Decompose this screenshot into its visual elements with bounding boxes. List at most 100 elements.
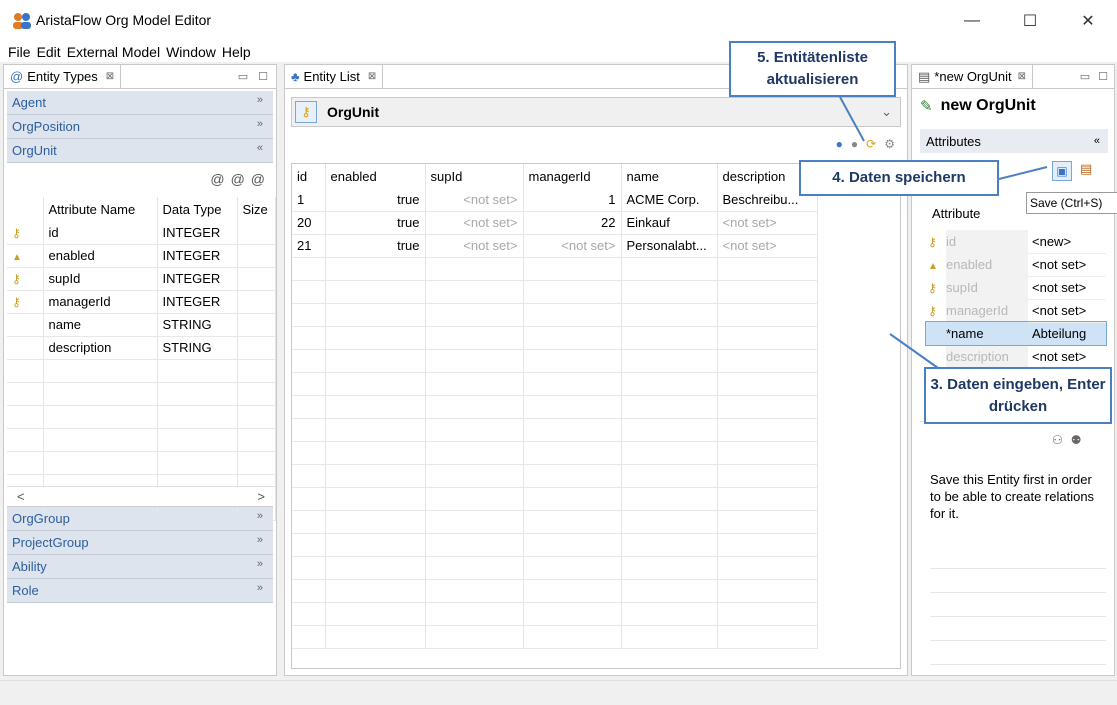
tab-entity-types[interactable]: @ Entity Types ⊠ xyxy=(4,65,122,88)
key-icon: ⚷ xyxy=(12,295,21,309)
editor-attribute-name: description xyxy=(946,345,1028,368)
collapse-icon[interactable]: « xyxy=(1094,135,1100,147)
attributes-section-header[interactable]: Attributes « xyxy=(920,129,1108,153)
editor-attribute-value[interactable]: Abteilung xyxy=(1028,322,1106,346)
col-supid[interactable]: supId xyxy=(425,164,524,188)
view-maximize-icon[interactable]: ☐ xyxy=(258,70,268,83)
attribute-row[interactable]: ⚷ supId INTEGER xyxy=(7,267,276,291)
tab-entity-types-label: Entity Types xyxy=(27,69,98,84)
menu-edit[interactable]: Edit xyxy=(37,44,67,60)
cell-supid: <not set> xyxy=(425,188,524,212)
minimize-button[interactable]: — xyxy=(949,6,995,36)
tab-close-icon[interactable]: ⊠ xyxy=(106,71,114,82)
editor-attribute-value[interactable]: <not set> xyxy=(1028,253,1106,277)
add-relation-icon[interactable]: ⚇ xyxy=(1052,433,1063,447)
category-role[interactable]: Role » xyxy=(7,579,273,603)
delete-attribute-icon[interactable]: @ xyxy=(251,171,265,187)
tab-entity-list[interactable]: ♣ Entity List ⊠ xyxy=(285,65,384,88)
col-attribute-name[interactable]: Attribute Name xyxy=(43,197,158,221)
cell-managerid: 22 xyxy=(523,211,622,235)
chevron-down-icon: » xyxy=(256,558,263,570)
col-id[interactable]: id xyxy=(292,164,326,188)
cell-supid: <not set> xyxy=(425,234,524,258)
cell-name: Einkauf xyxy=(621,211,718,235)
attribute-col-header: Attribute xyxy=(932,206,981,221)
chevron-up-icon: « xyxy=(256,142,263,154)
category-projectgroup-label: ProjectGroup xyxy=(12,535,89,550)
menu-window[interactable]: Window xyxy=(166,44,222,60)
revert-icon[interactable]: ▤ xyxy=(1080,161,1092,181)
editor-attribute-row[interactable]: ⚷ supId <not set> xyxy=(926,276,1106,300)
attribute-row[interactable]: ⚷ managerId INTEGER xyxy=(7,290,276,314)
editor-attribute-row[interactable]: ⚷ managerId <not set> xyxy=(926,299,1106,323)
key-icon: ⚷ xyxy=(12,272,21,286)
view-minimize-icon[interactable]: ▭ xyxy=(1080,70,1090,83)
entity-table: id enabled supId managerId name description 1… xyxy=(292,164,818,649)
maximize-button[interactable]: ☐ xyxy=(1007,6,1053,36)
horizontal-scrollbar[interactable]: < > xyxy=(7,486,275,506)
category-orgposition[interactable]: OrgPosition » xyxy=(7,115,273,139)
editor-attribute-row[interactable]: *name Abteilung xyxy=(925,321,1107,346)
view-maximize-icon[interactable]: ☐ xyxy=(1098,70,1108,83)
attribute-type: STRING xyxy=(157,313,238,337)
editor-icon: ▤ xyxy=(918,68,931,84)
menu-file[interactable]: File xyxy=(8,44,37,60)
editor-attribute-row[interactable]: ▲ enabled <not set> xyxy=(926,253,1106,277)
relations-note: Save this Entity first in order to be ab… xyxy=(930,472,1095,521)
tab-new-orgunit[interactable]: ▤ *new OrgUnit ⊠ xyxy=(912,65,1033,88)
col-data-type[interactable]: Data Type xyxy=(157,197,238,221)
category-orgunit[interactable]: OrgUnit « xyxy=(7,139,273,163)
save-icon[interactable]: ▣ xyxy=(1052,161,1072,181)
remove-relation-icon[interactable]: ⚉ xyxy=(1071,433,1082,447)
attribute-row[interactable]: description STRING xyxy=(7,336,276,360)
callout-save-arrow xyxy=(998,166,1048,180)
entity-types-view: @ Entity Types ⊠ ▭ ☐ Agent» OrgPosition» … xyxy=(3,64,277,676)
menu-external-model[interactable]: External Model xyxy=(67,44,166,60)
entity-row[interactable]: 20 true <not set> 22 Einkauf <not set> xyxy=(292,211,818,235)
col-size[interactable]: Size xyxy=(237,197,276,221)
editor-attribute-value[interactable]: <new> xyxy=(1028,230,1106,254)
category-ability-label: Ability xyxy=(12,559,47,574)
col-enabled[interactable]: enabled xyxy=(325,164,426,188)
category-ability[interactable]: Ability » xyxy=(7,555,273,579)
entity-type-select[interactable]: ⚷ OrgUnit ⌄ xyxy=(291,97,901,127)
chevron-down-icon: » xyxy=(256,94,263,106)
attribute-row[interactable]: name STRING xyxy=(7,313,276,337)
scroll-left-arrow[interactable]: < xyxy=(17,489,25,504)
attribute-type: INTEGER xyxy=(157,267,238,291)
empty-row xyxy=(292,487,818,511)
editor-attribute-value[interactable]: <not set> xyxy=(1028,299,1106,323)
entity-row[interactable]: 1 true <not set> 1 ACME Corp. Beschreibu... xyxy=(292,188,818,212)
empty-row xyxy=(292,602,818,626)
editor-attribute-value[interactable]: <not set> xyxy=(1028,276,1106,300)
editor-header: ✎ new OrgUnit xyxy=(920,97,1036,115)
relations-list xyxy=(930,545,1106,665)
attribute-name: description xyxy=(43,336,158,360)
attribute-row[interactable]: ⚷ id INTEGER xyxy=(7,221,276,245)
close-button[interactable]: ✕ xyxy=(1065,6,1111,36)
edit-attribute-icon[interactable]: @ xyxy=(231,171,245,187)
empty-row xyxy=(292,533,818,557)
editor-attribute-row[interactable]: ⚷ id <new> xyxy=(926,230,1106,254)
editor-attribute-value[interactable]: <not set> xyxy=(1028,345,1106,369)
editor-attributes-table: ⚷ id <new> ▲ enabled <not set> ⚷ supId <not set>… xyxy=(925,230,1107,369)
add-attribute-icon[interactable]: @ xyxy=(210,171,224,187)
category-agent-label: Agent xyxy=(12,95,46,110)
tab-close-icon[interactable]: ⊠ xyxy=(1018,71,1026,82)
editor-attribute-row[interactable]: description <not set> xyxy=(926,345,1106,369)
attribute-name: managerId xyxy=(43,290,158,314)
col-name[interactable]: name xyxy=(621,164,718,188)
category-agent[interactable]: Agent » xyxy=(7,91,273,115)
tab-close-icon[interactable]: ⊠ xyxy=(368,71,376,82)
category-projectgroup[interactable]: ProjectGroup » xyxy=(7,531,273,555)
entity-row[interactable]: 21 true <not set> <not set> Personalabt... <n… xyxy=(292,234,818,258)
category-orggroup[interactable]: OrgGroup » xyxy=(7,507,273,531)
scroll-right-arrow[interactable]: > xyxy=(257,489,265,504)
chevron-down-icon: » xyxy=(256,534,263,546)
attribute-row[interactable]: ▲ enabled INTEGER xyxy=(7,244,276,268)
entity-list-view: ♣ Entity List ⊠ ⚷ OrgUnit ⌄ ● ● ⟳ ⚙ id en… xyxy=(284,64,908,676)
view-minimize-icon[interactable]: ▭ xyxy=(238,70,248,83)
col-managerid[interactable]: managerId xyxy=(523,164,622,188)
menu-help[interactable]: Help xyxy=(222,44,257,60)
filter-icon[interactable]: ⚙ xyxy=(884,137,895,151)
